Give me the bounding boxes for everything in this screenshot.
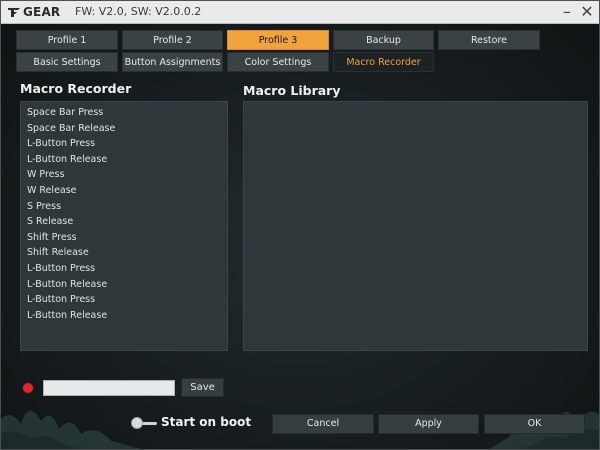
cancel-button[interactable]: Cancel: [272, 414, 374, 434]
tab-profile-3[interactable]: Profile 3: [227, 30, 329, 50]
macro-event-item[interactable]: Space Bar Release: [21, 121, 227, 137]
macro-event-item[interactable]: Shift Press: [21, 230, 227, 246]
macro-event-item[interactable]: L-Button Release: [21, 277, 227, 293]
close-button[interactable]: ✕: [579, 4, 595, 20]
macro-event-item[interactable]: L-Button Press: [21, 292, 227, 308]
macro-event-item[interactable]: Space Bar Press: [21, 105, 227, 121]
ok-button[interactable]: OK: [484, 414, 585, 434]
record-button[interactable]: [23, 383, 33, 393]
tab-backup[interactable]: Backup: [333, 30, 434, 50]
macro-event-item[interactable]: Shift Release: [21, 245, 227, 261]
apply-button[interactable]: Apply: [378, 414, 479, 434]
macro-event-item[interactable]: W Release: [21, 183, 227, 199]
tab-profile-2[interactable]: Profile 2: [122, 30, 223, 50]
tab-basic-settings[interactable]: Basic Settings: [16, 52, 118, 72]
macro-event-item[interactable]: L-Button Release: [21, 152, 227, 168]
macro-event-item[interactable]: S Press: [21, 199, 227, 215]
macro-event-item[interactable]: L-Button Press: [21, 261, 227, 277]
fnatic-logo-icon: [8, 8, 20, 17]
minimize-button[interactable]: –: [559, 4, 575, 20]
app-window: GEAR FW: V2.0, SW: V2.0.0.2 – ✕ Profile …: [0, 0, 600, 450]
macro-event-item[interactable]: L-Button Press: [21, 136, 227, 152]
app-logo: GEAR: [7, 5, 60, 19]
tab-restore[interactable]: Restore: [438, 30, 540, 50]
macro-event-item[interactable]: S Release: [21, 214, 227, 230]
macro-name-input[interactable]: [43, 380, 175, 396]
macro-recorder-list[interactable]: Space Bar Press Space Bar Release L-Butt…: [20, 101, 228, 351]
macro-event-item[interactable]: W Press: [21, 167, 227, 183]
start-on-boot-label: Start on boot: [161, 415, 252, 429]
logo-text: GEAR: [23, 5, 61, 19]
tab-color-settings[interactable]: Color Settings: [227, 52, 329, 72]
start-on-boot-toggle[interactable]: [131, 417, 157, 429]
macro-event-item[interactable]: L-Button Release: [21, 308, 227, 324]
tab-profile-1[interactable]: Profile 1: [16, 30, 118, 50]
macro-library-heading: Macro Library: [243, 83, 341, 98]
tab-macro-recorder[interactable]: Macro Recorder: [333, 52, 434, 72]
version-label: FW: V2.0, SW: V2.0.0.2: [75, 5, 202, 18]
macro-library-list[interactable]: [243, 101, 588, 351]
macro-recorder-heading: Macro Recorder: [20, 81, 132, 96]
tab-button-assignments[interactable]: Button Assignments: [122, 52, 223, 72]
save-button[interactable]: Save: [181, 378, 224, 397]
toggle-knob: [131, 417, 143, 429]
title-bar: GEAR FW: V2.0, SW: V2.0.0.2 – ✕: [1, 1, 599, 24]
